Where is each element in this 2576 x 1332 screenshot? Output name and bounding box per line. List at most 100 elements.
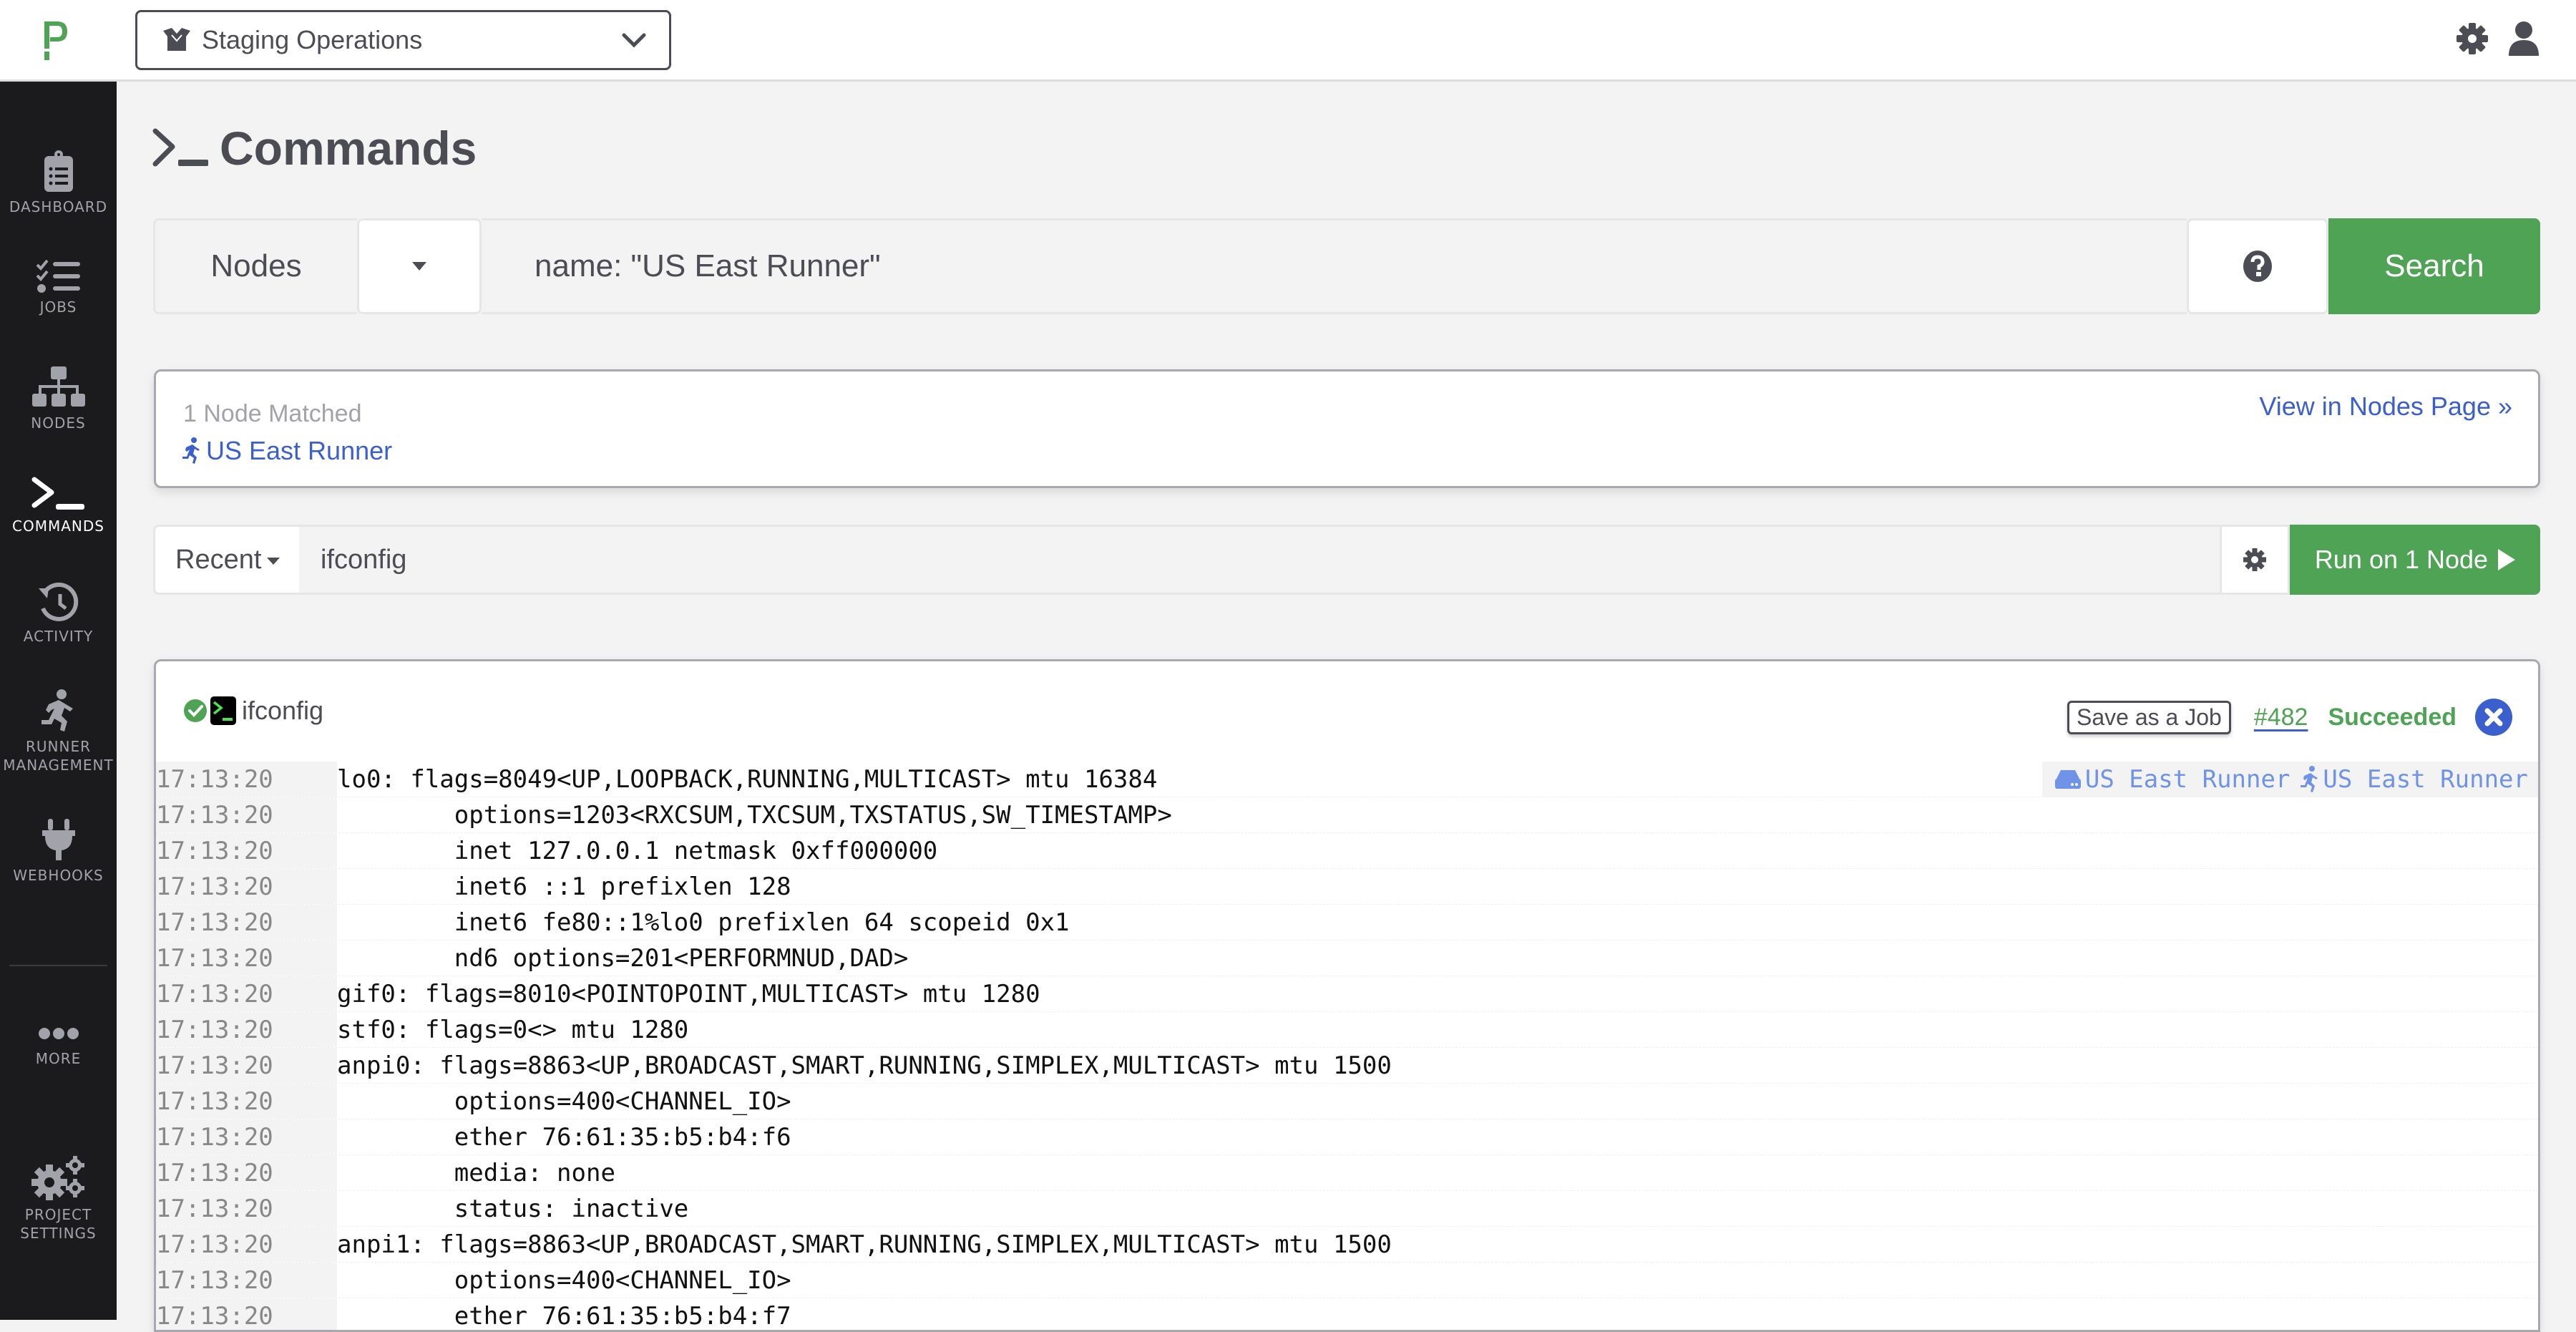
command-input[interactable]: ifconfig (299, 525, 2220, 595)
executed-command: ifconfig (242, 696, 324, 725)
gear-icon[interactable] (2454, 19, 2490, 59)
sidebar-item-jobs[interactable]: JOBS (0, 259, 117, 316)
pagerduty-logo-icon[interactable] (40, 19, 72, 62)
log-row: 17:13:20 ether 76:61:35:b5:b4:f6 (156, 1119, 2538, 1155)
log-line: options=400<CHANNEL_IO> (337, 1087, 791, 1116)
log-timestamp: 17:13:20 (156, 905, 337, 940)
log-line: media: none (337, 1159, 615, 1187)
execution-actions: Save as a Job #482 Succeeded (2067, 699, 2512, 736)
node-filter-dropdown[interactable] (357, 218, 482, 314)
close-icon[interactable] (2475, 699, 2512, 736)
chevron-down-icon (622, 33, 646, 48)
run-command-button[interactable]: Run on 1 Node (2290, 525, 2540, 595)
execution-log: 17:13:20 lo0: flags=8049<UP,LOOPBACK,RUNN… (156, 762, 2538, 1331)
sidebar: DASHBOARD JOBS NODES COMMANDS ACTIVITY R… (0, 82, 117, 1320)
sidebar-item-activity[interactable]: ACTIVITY (0, 583, 117, 646)
log-row: 17:13:20 nd6 options=201<PERFORMNUD,DAD> (156, 940, 2538, 976)
log-line: stf0: flags=0<> mtu 1280 (337, 1016, 689, 1044)
search-button[interactable]: Search (2328, 218, 2540, 314)
sidebar-item-project-settings[interactable]: PROJECT SETTINGS (0, 1155, 117, 1243)
execution-id-link[interactable]: #482 (2254, 704, 2308, 731)
log-row: 17:13:20 gif0: flags=8010<POINTOPOINT,MUL… (156, 976, 2538, 1012)
log-line: inet6 ::1 prefixlen 128 (337, 872, 791, 901)
log-timestamp: 17:13:20 (156, 1263, 337, 1298)
log-line: options=1203<RXCSUM,TXCSUM,TXSTATUS,SW_T… (337, 801, 1172, 830)
log-line: options=400<CHANNEL_IO> (337, 1266, 791, 1295)
sidebar-item-runner-management[interactable]: RUNNER MANAGEMENT (0, 689, 117, 774)
terminal-icon (31, 477, 84, 510)
check-circle-icon (184, 699, 207, 722)
execution-status: Succeeded (2328, 703, 2457, 731)
log-line: inet 127.0.0.1 netmask 0xff000000 (337, 837, 938, 865)
recent-commands-dropdown[interactable]: Recent (153, 525, 299, 595)
log-row: 17:13:20 inet6 fe80::1%lo0 prefixlen 64 … (156, 905, 2538, 940)
cogs-icon (31, 1156, 84, 1200)
log-node-tags: US East Runner US East Runner (2041, 762, 2538, 797)
box-open-icon (163, 28, 190, 51)
execution-output-panel: ifconfig Save as a Job #482 Succeeded 17… (154, 659, 2540, 1332)
node-match-count: 1 Node Matched (183, 400, 362, 427)
project-name: Staging Operations (202, 25, 423, 54)
log-timestamp: 17:13:20 (156, 1084, 337, 1119)
log-timestamp: 17:13:20 (156, 762, 337, 797)
log-row: 17:13:20 ether 76:61:35:b5:b4:f7 (156, 1298, 2538, 1331)
log-row: 17:13:20 options=400<CHANNEL_IO> (156, 1263, 2538, 1298)
hdd-icon (2054, 770, 2081, 789)
log-timestamp: 17:13:20 (156, 976, 337, 1011)
log-line: status: inactive (337, 1195, 689, 1223)
sidebar-item-commands[interactable]: COMMANDS (0, 477, 117, 535)
log-row: 17:13:20 status: inactive (156, 1191, 2538, 1227)
sidebar-item-dashboard[interactable]: DASHBOARD (0, 150, 117, 216)
log-timestamp: 17:13:20 (156, 1227, 337, 1262)
sidebar-item-more[interactable]: MORE (0, 1026, 117, 1068)
log-line: anpi0: flags=8863<UP,BROADCAST,SMART,RUN… (337, 1051, 1392, 1080)
terminal-icon (152, 128, 208, 167)
log-line: ether 76:61:35:b5:b4:f6 (337, 1123, 791, 1152)
log-timestamp: 17:13:20 (156, 1298, 337, 1330)
sitemap-icon (31, 366, 85, 407)
caret-down-icon (412, 262, 426, 271)
page-title-text: Commands (220, 122, 477, 175)
log-timestamp: 17:13:20 (156, 1191, 337, 1226)
gear-icon (2243, 548, 2266, 571)
running-person-icon (41, 689, 73, 731)
log-row: 17:13:20 inet 127.0.0.1 netmask 0xff0000… (156, 833, 2538, 869)
ellipsis-icon (38, 1028, 79, 1039)
log-row: 17:13:20 stf0: flags=0<> mtu 1280 (156, 1012, 2538, 1048)
sidebar-divider (9, 965, 107, 966)
log-timestamp: 17:13:20 (156, 833, 337, 868)
log-row: 17:13:20 anpi1: flags=8863<UP,BROADCAST,S… (156, 1227, 2538, 1263)
node-filter-bar: Nodes name: "US East Runner" Search (153, 218, 2540, 314)
log-timestamp: 17:13:20 (156, 869, 337, 904)
log-timestamp: 17:13:20 (156, 1048, 337, 1083)
filter-help-button[interactable] (2187, 218, 2328, 314)
plug-icon (42, 819, 75, 860)
log-timestamp: 17:13:20 (156, 797, 337, 832)
node-tag-runner[interactable]: US East Runner (2300, 765, 2528, 794)
save-as-job-button[interactable]: Save as a Job (2067, 700, 2231, 734)
log-line: nd6 options=201<PERFORMNUD,DAD> (337, 944, 909, 973)
history-icon (38, 583, 78, 621)
user-icon[interactable] (2506, 19, 2542, 59)
log-row: 17:13:20 options=400<CHANNEL_IO> (156, 1084, 2538, 1119)
log-line: anpi1: flags=8863<UP,BROADCAST,SMART,RUN… (337, 1230, 1392, 1259)
log-line: ether 76:61:35:b5:b4:f7 (337, 1302, 791, 1331)
view-in-nodes-page-link[interactable]: View in Nodes Page » (2259, 392, 2512, 422)
command-settings-button[interactable] (2220, 525, 2290, 595)
log-row: 17:13:20 media: none (156, 1155, 2538, 1191)
log-line: inet6 fe80::1%lo0 prefixlen 64 scopeid 0… (337, 908, 1070, 937)
question-circle-icon (2243, 251, 2272, 282)
log-row: 17:13:20 anpi0: flags=8863<UP,BROADCAST,S… (156, 1048, 2538, 1084)
node-tag-server[interactable]: US East Runner (2054, 765, 2290, 794)
tasks-list-icon (36, 259, 80, 293)
node-filter-input[interactable]: name: "US East Runner" (482, 218, 2187, 314)
log-row: 17:13:20 inet6 ::1 prefixlen 128 (156, 869, 2538, 905)
matched-node-link[interactable]: US East Runner (182, 436, 392, 466)
sidebar-item-webhooks[interactable]: WEBHOOKS (0, 817, 117, 885)
project-selector[interactable]: Staging Operations (135, 10, 671, 70)
clipboard-list-icon (44, 150, 73, 192)
play-icon (2498, 549, 2516, 570)
node-filter-type-label: Nodes (153, 218, 357, 314)
sidebar-item-nodes[interactable]: NODES (0, 365, 117, 432)
log-row: 17:13:20 options=1203<RXCSUM,TXCSUM,TXST… (156, 797, 2538, 833)
